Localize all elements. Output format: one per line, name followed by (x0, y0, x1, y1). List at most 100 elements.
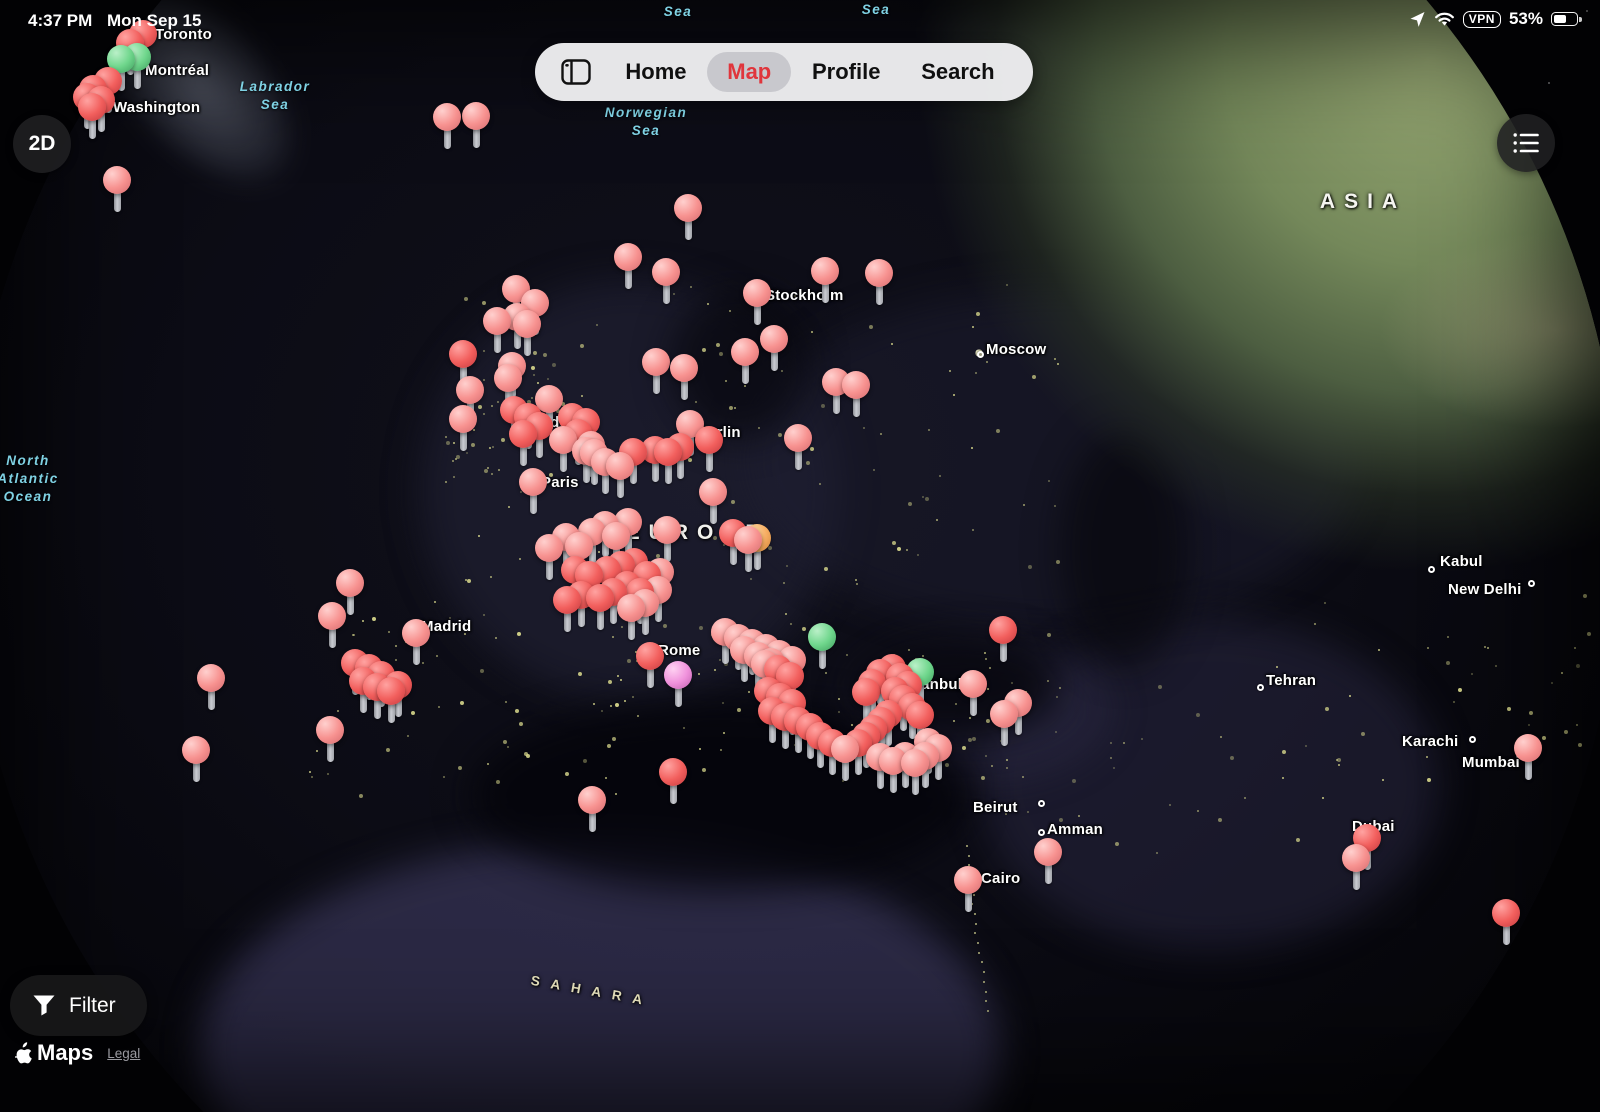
map-pin-s[interactable] (519, 468, 547, 520)
map-pin-s[interactable] (103, 166, 131, 218)
pin-head (483, 307, 511, 335)
map-pin-s[interactable] (606, 452, 634, 504)
sea-label: Norwegian Sea (605, 104, 688, 140)
map-pin-s[interactable] (449, 405, 477, 457)
wifi-icon (1434, 11, 1455, 27)
map-pin-s[interactable] (901, 749, 929, 801)
pin-head (197, 664, 225, 692)
list-view-button[interactable] (1497, 114, 1555, 172)
map-pin-s[interactable] (642, 348, 670, 400)
map-pin-s[interactable] (652, 258, 680, 310)
map-pin-s[interactable] (614, 243, 642, 295)
city-dot-marker (1428, 566, 1435, 573)
city-label: Beirut (973, 799, 1018, 816)
map-pin-g[interactable] (808, 623, 836, 675)
map-pin-s[interactable] (670, 354, 698, 406)
globe-limb-shadow (0, 0, 1600, 1112)
pin-head (842, 371, 870, 399)
map-pin-s[interactable] (954, 866, 982, 918)
date: Mon Sep 15 (107, 11, 201, 31)
clock: 4:37 PM (28, 11, 92, 31)
map-mode-2d-button[interactable]: 2D (13, 115, 71, 173)
map-pin-r[interactable] (586, 584, 614, 636)
nav-tab-home[interactable]: Home (605, 52, 706, 92)
filter-button[interactable]: Filter (10, 975, 147, 1036)
nav-tab-search[interactable]: Search (901, 52, 1014, 92)
sidebar-icon (561, 59, 591, 85)
map-pin-s[interactable] (743, 279, 771, 331)
pin-head (743, 279, 771, 307)
map-pin-s[interactable] (316, 716, 344, 768)
map-pin-r[interactable] (636, 642, 664, 694)
map-pin-p[interactable] (664, 661, 692, 713)
map-pin-r[interactable] (989, 616, 1017, 668)
map-pin-r[interactable] (377, 677, 405, 729)
pin-head (553, 586, 581, 614)
city-label: Cairo (981, 870, 1020, 887)
map-pin-r[interactable] (78, 93, 106, 145)
map-pin-r[interactable] (509, 420, 537, 472)
map-pin-s[interactable] (731, 338, 759, 390)
map-pin-s[interactable] (865, 259, 893, 311)
pin-head (606, 452, 634, 480)
pin-head (654, 438, 682, 466)
city-label: Tehran (1266, 672, 1316, 689)
map-pin-s[interactable] (674, 194, 702, 246)
map-pin-s[interactable] (959, 670, 987, 722)
nav-tab-map[interactable]: Map (707, 52, 791, 92)
map-pin-r[interactable] (553, 586, 581, 638)
pin-head (699, 478, 727, 506)
map-pin-s[interactable] (784, 424, 812, 476)
city-dot-marker (1257, 684, 1264, 691)
city-dot-marker (1528, 580, 1535, 587)
map-pin-r[interactable] (654, 438, 682, 490)
map-pin-s[interactable] (402, 619, 430, 671)
pin-head (784, 424, 812, 452)
sidebar-toggle-button[interactable] (561, 57, 595, 87)
map-pin-r[interactable] (695, 426, 723, 478)
pin-head (760, 325, 788, 353)
pin-head (642, 348, 670, 376)
map-pin-s[interactable] (617, 594, 645, 646)
map-pin-s[interactable] (462, 102, 490, 154)
map-pin-s[interactable] (318, 602, 346, 654)
map-pin-s[interactable] (811, 257, 839, 309)
region-label: ASIA (1320, 190, 1406, 214)
map-pin-s[interactable] (831, 735, 859, 787)
map-pin-s[interactable] (433, 103, 461, 155)
map-pin-r[interactable] (1492, 899, 1520, 951)
pin-head (636, 642, 664, 670)
pin-head (865, 259, 893, 287)
map-pin-s[interactable] (578, 786, 606, 838)
map-pin-s[interactable] (182, 736, 210, 788)
map-pin-s[interactable] (535, 534, 563, 586)
apple-logo-icon (14, 1042, 33, 1065)
pin-head (659, 758, 687, 786)
city-label: New Delhi (1448, 581, 1521, 598)
sea-label: Labrador Sea (240, 78, 311, 114)
pin-head (316, 716, 344, 744)
map-pin-s[interactable] (990, 700, 1018, 752)
pin-head (318, 602, 346, 630)
nav-tabs: HomeMapProfileSearch (595, 52, 1033, 92)
pin-head (1034, 838, 1062, 866)
map-pin-s[interactable] (1514, 734, 1542, 786)
pin-head (1492, 899, 1520, 927)
map-pin-s[interactable] (734, 526, 762, 578)
map-pin-s[interactable] (842, 371, 870, 423)
pin-head (456, 376, 484, 404)
pin-head (494, 364, 522, 392)
nav-tab-profile[interactable]: Profile (792, 52, 900, 92)
legal-link[interactable]: Legal (107, 1046, 140, 1061)
map-pin-s[interactable] (1342, 844, 1370, 896)
map-pin-s[interactable] (760, 325, 788, 377)
pin-head (535, 534, 563, 562)
pin-head (449, 340, 477, 368)
pin-head (336, 569, 364, 597)
pin-head (449, 405, 477, 433)
pin-head (989, 616, 1017, 644)
pin-head (652, 258, 680, 286)
map-pin-s[interactable] (197, 664, 225, 716)
map-pin-s[interactable] (1034, 838, 1062, 890)
map-pin-r[interactable] (659, 758, 687, 810)
